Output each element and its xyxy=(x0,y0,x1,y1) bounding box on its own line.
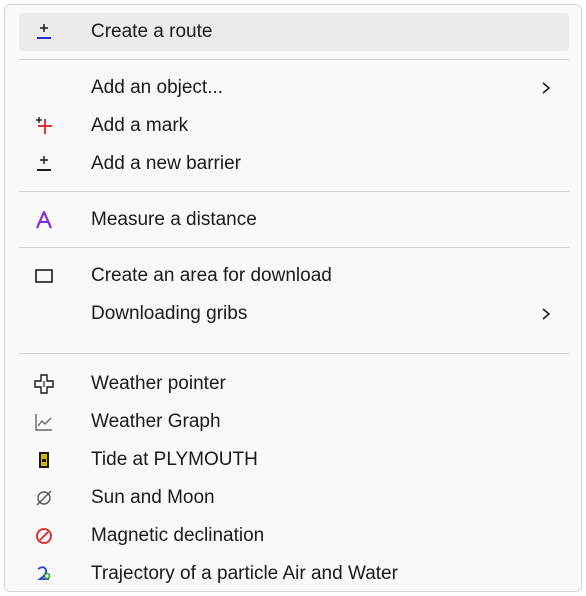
menu-item-add-object[interactable]: Add an object... xyxy=(19,69,569,107)
menu-item-sun-moon[interactable]: Sun and Moon xyxy=(19,479,569,517)
menu-item-label: Downloading gribs xyxy=(91,303,248,324)
menu-item-label: Add a mark xyxy=(91,115,189,136)
magnetic-icon xyxy=(33,525,55,547)
menu-item-label: Add an object... xyxy=(91,77,224,98)
tide-icon xyxy=(33,449,55,471)
menu-item-magnetic-declination[interactable]: Magnetic declination xyxy=(19,517,569,555)
menu-item-weather-pointer[interactable]: Weather pointer xyxy=(19,365,569,403)
chevron-right-icon xyxy=(539,307,553,321)
chevron-right-icon xyxy=(539,81,553,95)
barrier-icon xyxy=(33,153,55,175)
menu-item-label: Add a new barrier xyxy=(91,153,241,174)
menu-item-trajectory[interactable]: Trajectory of a particle Air and Water xyxy=(19,555,569,593)
menu-item-weather-graph[interactable]: Weather Graph xyxy=(19,403,569,441)
menu-item-label: Create a route xyxy=(91,21,213,42)
menu-item-label: Measure a distance xyxy=(91,209,257,230)
menu-separator xyxy=(19,353,569,354)
menu-item-tide[interactable]: Tide at PLYMOUTH xyxy=(19,441,569,479)
weather-pointer-icon xyxy=(33,373,55,395)
menu-separator xyxy=(19,191,569,192)
menu-item-create-area[interactable]: Create an area for download xyxy=(19,257,569,295)
route-icon xyxy=(33,21,55,43)
menu-item-measure-distance[interactable]: Measure a distance xyxy=(19,201,569,239)
menu-item-create-route[interactable]: Create a route xyxy=(19,13,569,51)
trajectory-icon xyxy=(33,563,55,585)
menu-item-label: Sun and Moon xyxy=(91,487,215,508)
menu-item-label: Weather Graph xyxy=(91,411,221,432)
menu-item-label: Magnetic declination xyxy=(91,525,265,546)
menu-item-label: Create an area for download xyxy=(91,265,332,286)
menu-item-label: Weather pointer xyxy=(91,373,226,394)
menu-item-add-mark[interactable]: Add a mark xyxy=(19,107,569,145)
weather-graph-icon xyxy=(33,411,55,433)
area-icon xyxy=(33,265,55,287)
context-menu: Create a route Add an object... Add a ma… xyxy=(4,4,582,592)
measure-icon xyxy=(33,209,55,231)
sun-moon-icon xyxy=(33,487,55,509)
menu-item-label: Trajectory of a particle Air and Water xyxy=(91,563,398,584)
menu-item-add-barrier[interactable]: Add a new barrier xyxy=(19,145,569,183)
menu-item-downloading-gribs[interactable]: Downloading gribs xyxy=(19,295,569,333)
menu-item-label: Tide at PLYMOUTH xyxy=(91,449,258,470)
menu-separator xyxy=(19,247,569,248)
menu-separator xyxy=(19,59,569,60)
mark-icon xyxy=(33,115,55,137)
